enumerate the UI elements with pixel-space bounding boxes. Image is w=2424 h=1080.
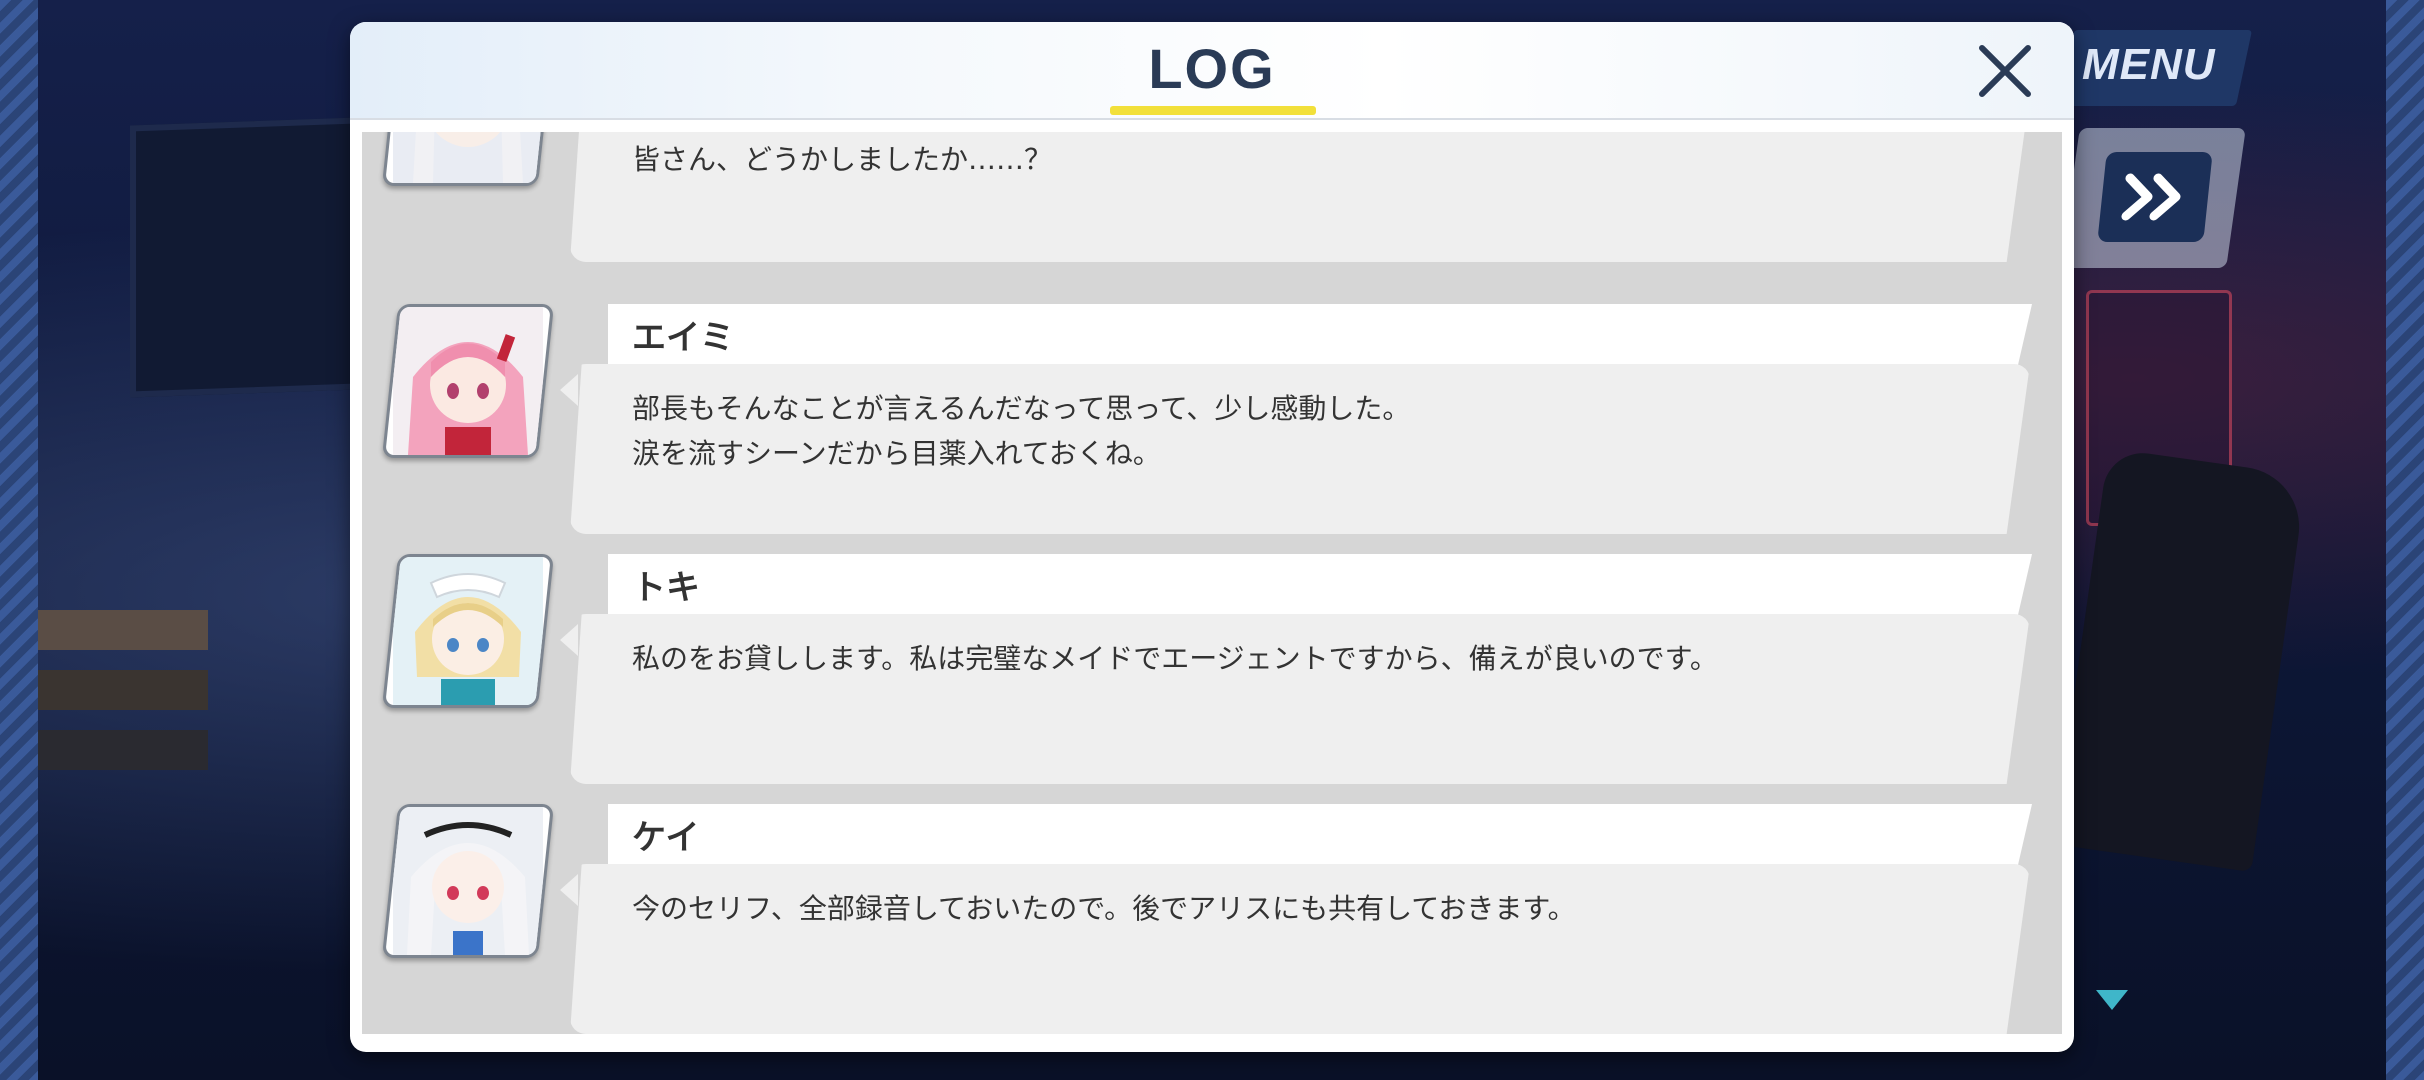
left-stripe-border [0,0,38,1080]
bubble-pointer [560,374,578,406]
blonde-maid-girl-portrait [393,557,543,705]
log-entry: ケイ 今のセリフ、全部録音しておいたので。後でアリスにも共有しておきます。 [362,804,2062,1034]
white-haired-girl-portrait [393,132,543,183]
background-shelf [38,610,208,650]
log-entry: 皆さん、どうかしましたか……？ [362,132,2062,282]
log-entry: エイミ 部長もそんなことが言えるんだなって思って、少し感動した。 涙を流すシーン… [362,304,2062,554]
panel-title: LOG [1148,37,1276,100]
log-panel: LOG 皆さん、どうかしましたか……？ エイミ 部長もそんなことが言えるんだなっ… [350,22,2074,1052]
message-text: 今のセリフ、全部録音しておいたので。後でアリスにも共有しておきます。 [632,892,1576,925]
log-entry: トキ 私のをお貸しします。私は完璧なメイドでエージェントですから、備えが良いので… [362,554,2062,804]
message-text: 私のをお貸しします。私は完璧なメイドでエージェントですから、備えが良いのです。 [632,642,1718,675]
name-tab [608,554,2032,616]
speaker-name: ケイ [632,818,700,858]
white-haired-red-eyed-girl-portrait [393,807,543,955]
pink-haired-girl-portrait [393,307,543,455]
character-avatar [381,804,555,958]
close-icon [1979,45,2031,97]
speaker-name: エイミ [632,318,734,358]
menu-label: MENU [2082,40,2216,89]
name-tab [608,804,2032,866]
character-avatar [381,554,555,708]
triangle-down-icon [2096,990,2128,1010]
message-text: 皆さん、どうかしましたか……？ [632,143,1053,176]
character-avatar [381,132,555,186]
right-stripe-border [2386,0,2424,1080]
message-text: 部長もそんなことが言えるんだなって思って、少し感動した。 涙を流すシーンだから目… [632,392,1411,470]
double-chevron-right-icon [2121,173,2181,221]
character-avatar [381,304,555,458]
log-list[interactable]: 皆さん、どうかしましたか……？ エイミ 部長もそんなことが言えるんだなって思って… [362,132,2062,1034]
title-underline [1110,106,1316,115]
bubble-pointer [560,624,578,656]
bubble-pointer [560,874,578,906]
name-tab [608,304,2032,366]
skip-button[interactable] [2097,152,2213,242]
close-button[interactable] [1972,38,2038,104]
speaker-name: トキ [632,568,700,608]
